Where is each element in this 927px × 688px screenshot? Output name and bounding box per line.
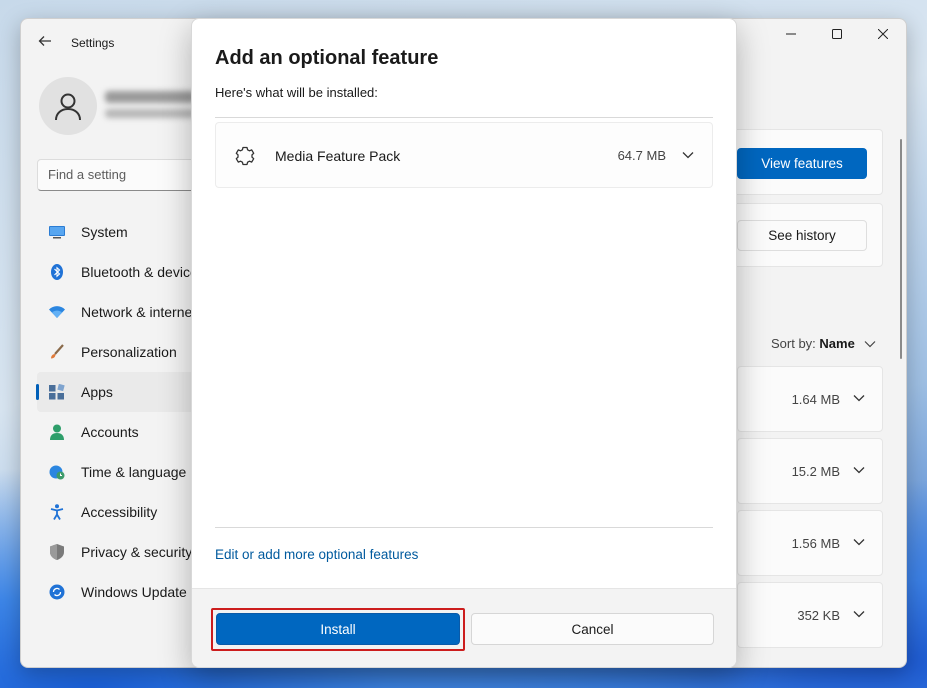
scrollbar[interactable] [900,139,902,359]
sidebar-item-time-language[interactable]: Time & language [37,452,207,492]
profile-name-redacted [105,91,195,103]
sidebar-item-apps[interactable]: Apps [36,372,207,412]
sidebar-item-label: Bluetooth & devices [81,264,205,280]
active-indicator [36,384,39,400]
sort-by-dropdown[interactable]: Sort by: Name [771,336,876,351]
sidebar-item-bluetooth[interactable]: Bluetooth & devices [37,252,207,292]
feature-size: 15.2 MB [791,464,840,479]
sidebar-item-personalization[interactable]: Personalization [37,332,207,372]
chevron-down-icon [865,341,876,348]
avatar [39,77,97,135]
maximize-icon[interactable] [814,19,860,49]
chevron-down-icon [853,395,865,402]
feature-name: Media Feature Pack [275,148,401,164]
sidebar-item-label: Time & language [81,464,187,480]
feature-size: 1.56 MB [791,536,840,551]
chevron-down-icon [853,611,865,618]
sort-by-value: Name [819,336,855,351]
list-item[interactable]: 1.64 MB [737,366,883,432]
window-title: Settings [71,36,115,50]
divider [215,527,713,528]
edit-optional-features-link[interactable]: Edit or add more optional features [215,547,418,562]
sidebar-item-windows-update[interactable]: Windows Update [37,572,207,612]
person-icon [49,424,65,440]
feature-size: 1.64 MB [791,392,840,407]
sort-by-label: Sort by: [771,336,816,351]
feature-item[interactable]: Media Feature Pack 64.7 MB [215,122,713,188]
chevron-down-icon[interactable] [681,148,695,162]
wifi-icon [49,304,65,320]
user-profile[interactable] [39,77,199,141]
window-controls [768,19,906,49]
add-optional-feature-dialog: Add an optional feature Here's what will… [191,18,737,668]
sidebar-item-accessibility[interactable]: Accessibility [37,492,207,532]
sidebar-item-label: Windows Update [81,584,187,600]
dialog-subtitle: Here's what will be installed: [215,85,378,100]
sidebar-item-system[interactable]: System [37,212,207,252]
sidebar-item-label: Privacy & security [81,544,193,560]
sidebar-item-privacy-security[interactable]: Privacy & security [37,532,207,572]
sidebar-item-label: Accounts [81,424,139,440]
sidebar-item-label: Accessibility [81,504,158,520]
see-history-button[interactable]: See history [737,220,867,251]
apps-icon [49,384,65,400]
sidebar-nav: System Bluetooth & devices Network & int… [36,212,207,612]
sidebar-item-network[interactable]: Network & internet [37,292,207,332]
divider [215,117,713,118]
accessibility-icon [49,504,65,520]
shield-icon [49,544,65,560]
sidebar-item-label: Apps [81,384,113,400]
view-features-button[interactable]: View features [737,148,867,179]
list-item[interactable]: 1.56 MB [737,510,883,576]
list-item[interactable]: 15.2 MB [737,438,883,504]
sidebar-item-label: Network & internet [81,304,197,320]
profile-email-redacted [105,109,195,118]
minimize-icon[interactable] [768,19,814,49]
puzzle-gear-icon [234,145,256,167]
sidebar-item-label: System [81,224,128,240]
sidebar-item-label: Personalization [81,344,177,360]
person-icon [55,93,81,121]
globe-clock-icon [49,464,65,480]
monitor-icon [49,224,65,240]
back-arrow-icon[interactable] [37,33,53,49]
chevron-down-icon [853,539,865,546]
feature-size: 64.7 MB [617,148,666,163]
search-input[interactable]: Find a setting [37,159,207,191]
feature-size: 352 KB [797,608,840,623]
list-item[interactable]: 352 KB [737,582,883,648]
dialog-footer: Install Cancel [192,588,736,667]
close-icon[interactable] [860,19,906,49]
bluetooth-icon [49,264,65,280]
brush-icon [49,344,65,360]
sidebar-item-accounts[interactable]: Accounts [37,412,207,452]
update-icon [49,584,65,600]
install-button[interactable]: Install [216,613,460,645]
chevron-down-icon [853,467,865,474]
cancel-button[interactable]: Cancel [471,613,714,645]
dialog-title: Add an optional feature [215,47,439,69]
